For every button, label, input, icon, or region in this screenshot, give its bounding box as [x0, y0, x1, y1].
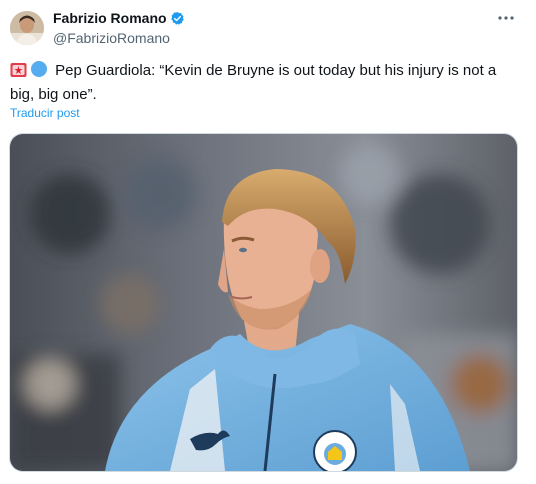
verified-badge-icon	[170, 11, 185, 26]
tweet-photo[interactable]	[9, 133, 518, 472]
tweet-card[interactable]: Fabrizio Romano @FabrizioRomano Pep Guar…	[0, 0, 536, 484]
translate-post-link[interactable]: Traducir post	[10, 106, 80, 120]
author-handle[interactable]: @FabrizioRomano	[53, 30, 170, 46]
player-photo-image	[10, 134, 517, 471]
manchester-city-crest-icon	[313, 430, 357, 471]
red-siren-emoji	[10, 61, 27, 84]
avatar-image	[10, 11, 44, 45]
author-name-row[interactable]: Fabrizio Romano	[53, 10, 185, 26]
author-display-name[interactable]: Fabrizio Romano	[53, 10, 167, 26]
light-blue-circle-emoji	[30, 60, 48, 84]
tweet-body-text: Pep Guardiola: “Kevin de Bruyne is out t…	[10, 62, 497, 103]
author-avatar[interactable]	[10, 11, 44, 45]
more-options-icon[interactable]	[496, 8, 516, 28]
tweet-text: Pep Guardiola: “Kevin de Bruyne is out t…	[10, 60, 520, 105]
